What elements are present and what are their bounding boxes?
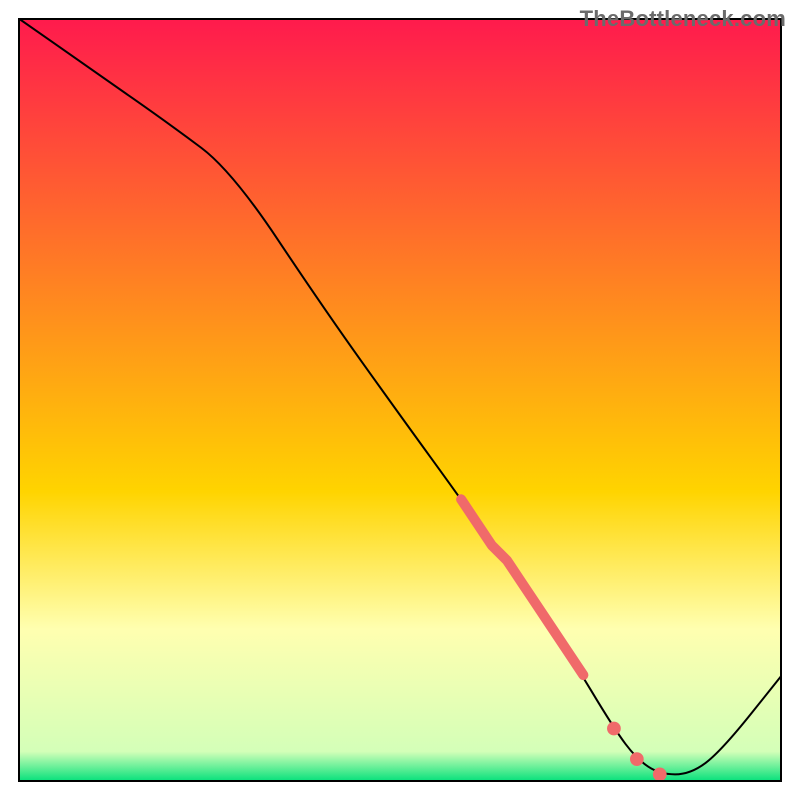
watermark-text: TheBottleneck.com [580,6,786,32]
highlight-segment [461,499,667,781]
chart-overlay [18,18,782,782]
highlight-dot [630,752,644,766]
highlight-thick [461,499,583,675]
highlight-dot [607,722,621,736]
chart-stage: { "watermark": "TheBottleneck.com", "col… [0,0,800,800]
highlight-dot [653,767,667,781]
bottleneck-curve [18,18,782,774]
